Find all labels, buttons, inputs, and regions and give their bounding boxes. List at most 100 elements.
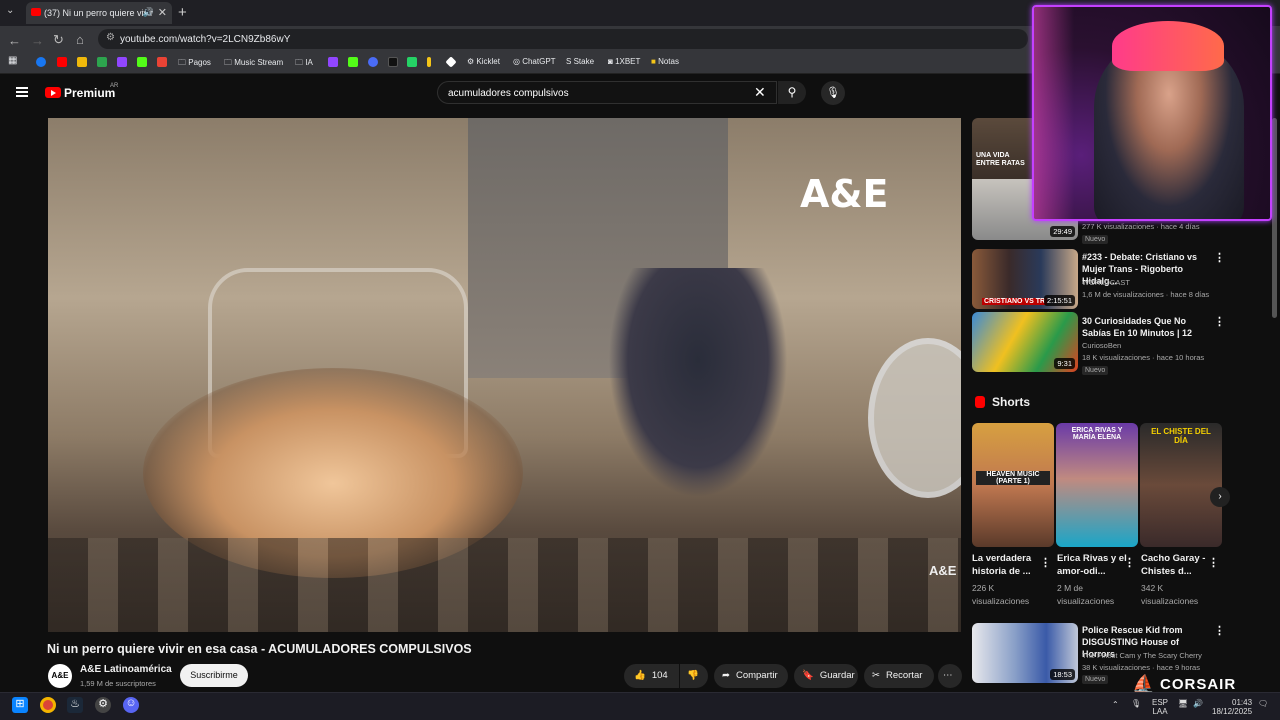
bookmark-notas[interactable]: ■ Notas bbox=[651, 57, 679, 66]
new-badge: Nuevo bbox=[1082, 235, 1109, 244]
channel-avatar[interactable]: A&E bbox=[48, 664, 72, 688]
search-query: acumuladores compulsivos bbox=[448, 88, 569, 99]
network-icon[interactable]: 🖥 bbox=[1178, 699, 1188, 708]
channel-name[interactable]: CuriosoBen bbox=[1082, 341, 1121, 350]
facebook-bookmark-icon[interactable] bbox=[36, 57, 46, 67]
new-tab-button[interactable]: + bbox=[178, 4, 187, 21]
link-bookmark-icon[interactable] bbox=[368, 57, 378, 67]
chrome-taskbar-icon[interactable] bbox=[40, 697, 56, 713]
apps-grid-icon[interactable]: ▦ bbox=[8, 55, 17, 66]
clock[interactable]: 01:43 18/12/2025 bbox=[1212, 698, 1252, 716]
short-title[interactable]: La verdadera historia de ... bbox=[972, 552, 1048, 578]
channel-name[interactable]: WORLDCAST bbox=[1082, 278, 1130, 287]
share-button[interactable]: ➦ Compartir bbox=[714, 664, 788, 688]
microphone-tray-icon[interactable]: 🎙 bbox=[1131, 699, 1141, 708]
bookmark-stake[interactable]: S Stake bbox=[566, 57, 594, 66]
clear-search-icon[interactable]: ✕ bbox=[754, 84, 766, 101]
tab-title: (37) Ni un perro quiere vivir bbox=[44, 8, 154, 18]
steam-taskbar-icon[interactable]: ♨ bbox=[67, 697, 83, 713]
bookmark-kicklet[interactable]: ⚙ Kicklet bbox=[467, 57, 500, 66]
share-label: Compartir bbox=[735, 670, 778, 681]
video-duration: 18:53 bbox=[1050, 669, 1075, 680]
gmail-bookmark-icon[interactable] bbox=[157, 57, 167, 67]
voice-search-button[interactable]: 🎙 bbox=[821, 81, 845, 105]
youtube-logo-icon[interactable] bbox=[45, 87, 61, 98]
subscribe-button[interactable]: Suscribirme bbox=[180, 664, 248, 687]
search-button[interactable]: ⚲ bbox=[778, 81, 806, 104]
twitch-bookmark-icon[interactable] bbox=[117, 57, 127, 67]
forward-button[interactable]: → bbox=[31, 33, 44, 48]
short-title[interactable]: Cacho Garay - Chistes d... bbox=[1141, 552, 1217, 578]
video-duration: 2:15:51 bbox=[1043, 295, 1075, 306]
thumbnail-caption: UNA VIDA ENTRE RATAS bbox=[976, 152, 1025, 167]
dislike-button[interactable]: 👎 bbox=[680, 664, 708, 688]
short-views-label: visualizaciones bbox=[1141, 596, 1199, 606]
bookmark-1xbet[interactable]: ◙ 1XBET bbox=[608, 57, 640, 66]
bookmark-folder-music-stream[interactable]: 🗀 Music Stream bbox=[224, 57, 283, 71]
menu-icon[interactable] bbox=[16, 87, 28, 97]
short-title[interactable]: Erica Rivas y el amor-odi... bbox=[1057, 552, 1133, 578]
channel-name[interactable]: The Finest Cam y The Scary Cherry bbox=[1082, 651, 1202, 660]
short-thumbnail[interactable]: HEAVEN MUSIC (PARTE 1) bbox=[972, 423, 1054, 547]
settings-taskbar-icon[interactable]: ⚙ bbox=[95, 697, 111, 713]
bookmark-folder-ia[interactable]: 🗀 IA bbox=[295, 57, 313, 71]
more-actions-button[interactable]: ⋯ bbox=[938, 664, 962, 688]
browser-tab-active[interactable]: (37) Ni un perro quiere vivir 🔊 ✕ bbox=[26, 2, 172, 24]
tiktok-bookmark-icon[interactable] bbox=[388, 57, 398, 67]
more-vertical-icon[interactable]: ⋮ bbox=[1208, 556, 1219, 569]
kick-bookmark-icon[interactable] bbox=[348, 57, 358, 67]
channel-name[interactable]: A&E Latinoamérica bbox=[80, 664, 172, 675]
bookmark-icon[interactable] bbox=[427, 57, 431, 67]
search-input[interactable]: acumuladores compulsivos bbox=[437, 81, 777, 104]
discord-taskbar-icon[interactable]: ☺ bbox=[123, 697, 139, 713]
notifications-icon[interactable]: 🗨 bbox=[1258, 699, 1268, 708]
binance-bookmark-icon[interactable] bbox=[77, 57, 87, 67]
more-vertical-icon[interactable]: ⋮ bbox=[1214, 251, 1225, 264]
short-views-count: 2 M de bbox=[1057, 583, 1083, 593]
reload-button[interactable]: ↻ bbox=[53, 32, 64, 48]
site-info-icon[interactable]: ⚙ bbox=[106, 32, 115, 43]
volume-icon[interactable]: 🔊 bbox=[1193, 699, 1203, 708]
related-video-thumbnail[interactable]: 9:31 bbox=[972, 312, 1078, 372]
language-indicator[interactable]: ESP LAA bbox=[1152, 698, 1168, 716]
short-views: 342 K visualizaciones bbox=[1141, 582, 1217, 608]
youtube-favicon-icon bbox=[31, 8, 41, 16]
short-thumbnail[interactable]: ERICA RIVAS Y MARÍA ELENA bbox=[1056, 423, 1138, 547]
chevron-right-icon[interactable]: › bbox=[1210, 487, 1230, 507]
clip-button[interactable]: ✂ Recortar bbox=[864, 664, 934, 688]
chevron-up-icon[interactable]: ⌃ bbox=[1112, 700, 1119, 709]
tab-search-icon[interactable]: ⌄ bbox=[6, 5, 14, 16]
share-icon: ➦ bbox=[722, 670, 730, 681]
whatsapp-bookmark-icon[interactable] bbox=[407, 57, 417, 67]
youtube-premium-logo[interactable]: Premium bbox=[64, 86, 115, 100]
save-label: Guardar bbox=[819, 670, 855, 681]
windows-start-icon[interactable]: ⊞ bbox=[12, 697, 28, 713]
home-button[interactable]: ⌂ bbox=[76, 32, 84, 47]
short-thumbnail[interactable]: EL CHISTE DEL DÍA bbox=[1140, 423, 1222, 547]
bookmark-chatgpt[interactable]: ◎ ChatGPT bbox=[513, 57, 556, 66]
kick-bookmark-icon[interactable] bbox=[137, 57, 147, 67]
drive-bookmark-icon[interactable] bbox=[97, 57, 107, 67]
more-vertical-icon[interactable]: ⋮ bbox=[1040, 556, 1051, 569]
more-vertical-icon[interactable]: ⋮ bbox=[1214, 315, 1225, 328]
more-vertical-icon[interactable]: ⋮ bbox=[1214, 624, 1225, 637]
clock-time: 01:43 bbox=[1232, 698, 1253, 707]
like-button[interactable]: 👍 104 bbox=[624, 664, 679, 688]
back-button[interactable]: ← bbox=[8, 33, 21, 48]
save-button[interactable]: 🔖 Guardar bbox=[794, 664, 858, 688]
diamond-bookmark-icon[interactable] bbox=[445, 56, 457, 68]
address-bar[interactable]: ⚙ youtube.com/watch?v=2LCN9Zb86wY bbox=[98, 29, 1028, 49]
related-video-title[interactable]: 30 Curiosidades Que No Sabías En 10 Minu… bbox=[1082, 315, 1212, 339]
short-caption: EL CHISTE DEL DÍA bbox=[1151, 427, 1211, 445]
related-video-thumbnail[interactable]: 18:53 bbox=[972, 623, 1078, 683]
tab-close-icon[interactable]: ✕ bbox=[158, 6, 167, 19]
twitch-bookmark-icon[interactable] bbox=[328, 57, 338, 67]
sidebar-scrollbar[interactable] bbox=[1272, 118, 1277, 318]
related-video-thumbnail[interactable]: CRISTIANO VS TR 2:15:51 bbox=[972, 249, 1078, 309]
more-vertical-icon[interactable]: ⋮ bbox=[1124, 556, 1135, 569]
bookmark-folder-pagos[interactable]: 🗀 Pagos bbox=[178, 57, 211, 71]
bookmark-label: Notas bbox=[658, 57, 679, 66]
audio-playing-icon[interactable]: 🔊 bbox=[143, 7, 154, 18]
youtube-bookmark-icon[interactable] bbox=[57, 57, 67, 67]
video-meta: 277 K visualizaciones · hace 4 días bbox=[1082, 222, 1200, 231]
